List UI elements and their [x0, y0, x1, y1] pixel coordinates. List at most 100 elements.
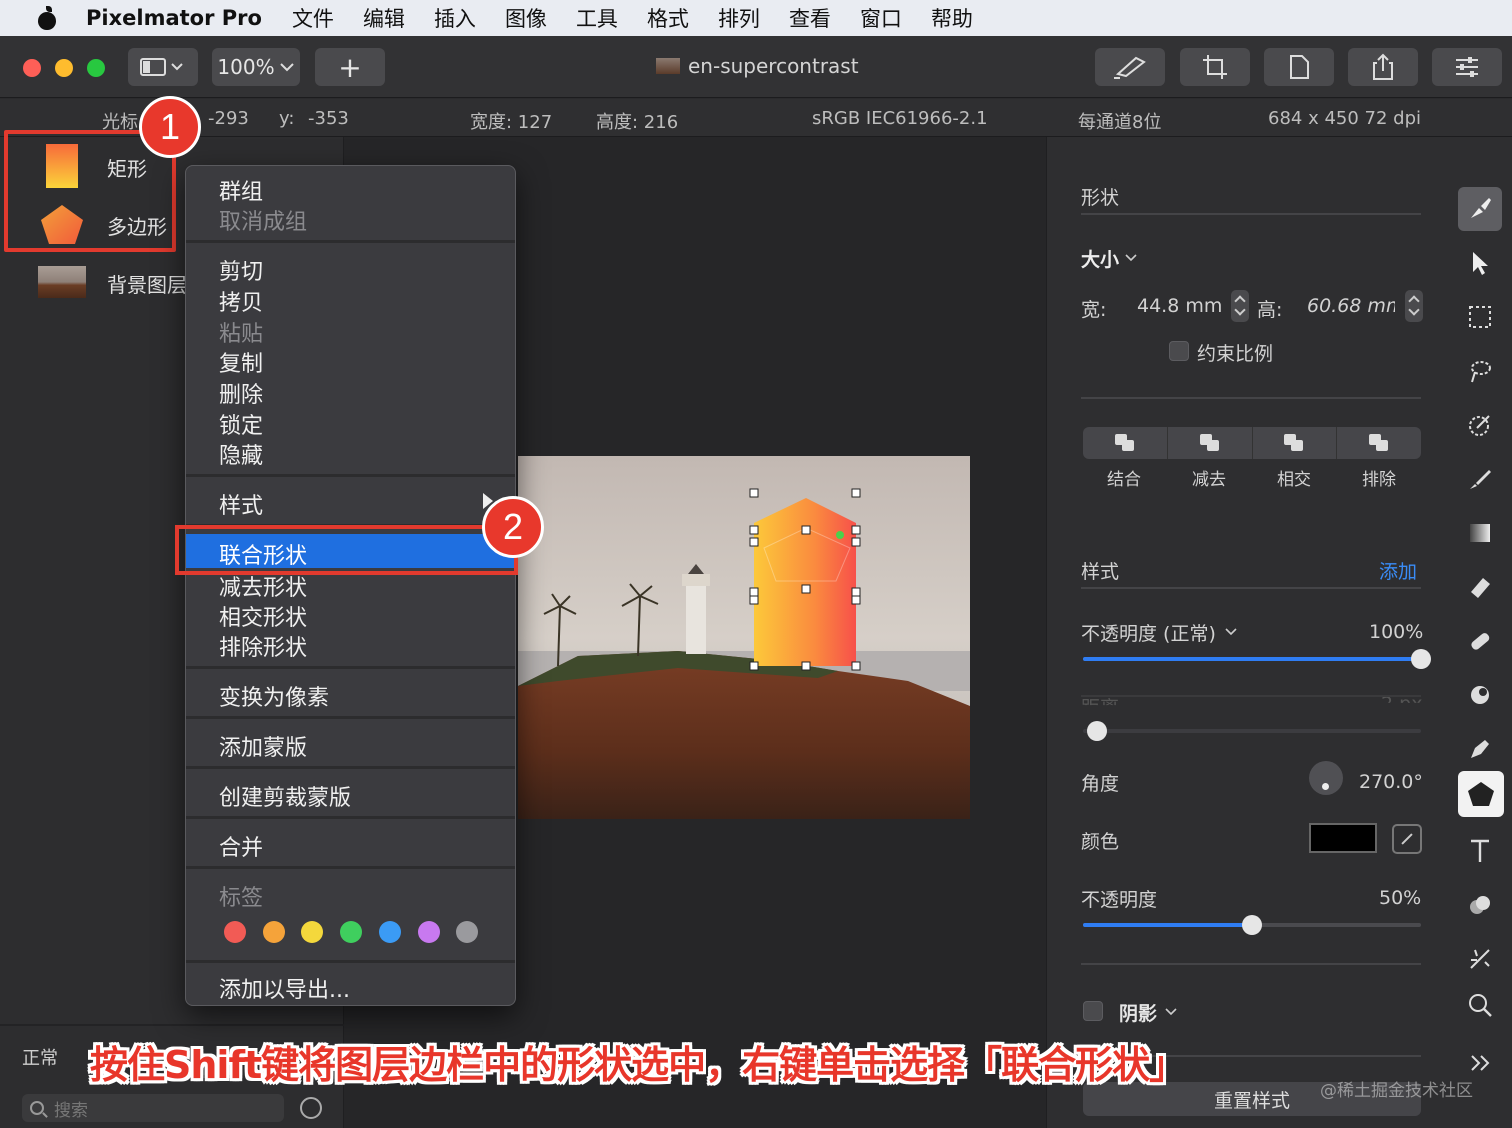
menu-item-exclude-shapes[interactable]: 排除形状 [219, 630, 307, 662]
sliders-icon [1456, 57, 1478, 77]
pen-tool[interactable] [1458, 727, 1502, 771]
menu-edit[interactable]: 编辑 [363, 3, 405, 33]
zoom-window-button[interactable] [87, 59, 105, 77]
menu-arrange[interactable]: 排列 [718, 3, 760, 33]
shadow-label[interactable]: 阴影 [1119, 999, 1157, 1026]
shape-tool[interactable] [1458, 771, 1504, 817]
color-blend-tool[interactable] [1458, 883, 1502, 927]
retouch-tool[interactable] [1458, 619, 1502, 663]
menu-app-name[interactable]: Pixelmator Pro [86, 6, 262, 30]
size-dropdown[interactable]: 大小 [1081, 245, 1119, 272]
slider-knob[interactable] [1411, 649, 1431, 669]
document-button[interactable] [1264, 48, 1334, 86]
gradient-tool[interactable] [1458, 511, 1502, 555]
magic-selection-tool[interactable] [1458, 349, 1502, 393]
distance-slider[interactable] [1083, 721, 1421, 741]
paint-tool[interactable] [1458, 457, 1502, 501]
menu-item-create-clipping-mask[interactable]: 创建剪裁蒙版 [219, 780, 351, 812]
menu-item-merge[interactable]: 合并 [219, 830, 263, 862]
double-chevron-right-icon [1471, 1055, 1490, 1071]
intersect-label: 相交 [1277, 470, 1311, 490]
menu-item-add-mask[interactable]: 添加蒙版 [219, 730, 307, 762]
menu-item-convert-to-pixels[interactable]: 变换为像素 [219, 680, 329, 712]
add-style-link[interactable]: 添加 [1379, 557, 1417, 584]
menu-item-intersect-shapes[interactable]: 相交形状 [219, 600, 307, 632]
intersect-icon [1284, 434, 1304, 452]
chevron-down-icon [1125, 254, 1137, 262]
share-button[interactable] [1348, 48, 1418, 86]
shadow-checkbox[interactable] [1083, 1001, 1103, 1021]
tag-color-dot[interactable] [378, 921, 401, 943]
tag-color-dot[interactable] [301, 921, 324, 943]
menu-insert[interactable]: 插入 [434, 3, 476, 33]
menu-view[interactable]: 查看 [789, 3, 831, 33]
close-window-button[interactable] [23, 59, 41, 77]
cursor-y-label: y: [279, 108, 295, 129]
tag-color-dot[interactable] [456, 921, 479, 943]
menu-item-hide[interactable]: 隐藏 [219, 438, 263, 470]
menu-item-cut[interactable]: 剪切 [219, 254, 263, 286]
add-button[interactable]: + [315, 48, 385, 86]
blend-mode-label[interactable]: 正常 [22, 1044, 58, 1070]
opacity-normal-slider[interactable] [1083, 649, 1431, 669]
opacity-normal-label[interactable]: 不透明度 (正常) [1081, 619, 1216, 646]
tag-color-dot[interactable] [224, 921, 246, 943]
lasso-icon [1471, 361, 1491, 383]
menu-item-duplicate[interactable]: 复制 [219, 346, 263, 378]
menu-item-group[interactable]: 群组 [219, 174, 263, 206]
angle-dial[interactable] [1309, 761, 1343, 795]
type-tool[interactable] [1458, 829, 1502, 873]
canvas-image[interactable] [518, 456, 970, 819]
crop-button[interactable] [1180, 48, 1250, 86]
retouch-button[interactable] [1095, 48, 1165, 86]
width-stepper[interactable] [1231, 290, 1249, 322]
zoom-tool[interactable] [1458, 983, 1502, 1027]
subtract-button[interactable] [1168, 427, 1253, 459]
apple-icon[interactable] [36, 6, 58, 30]
exclude-button[interactable] [1337, 427, 1421, 459]
divider [1081, 587, 1421, 589]
constrain-proportions-checkbox[interactable] [1169, 341, 1189, 361]
menu-help[interactable]: 帮助 [931, 3, 973, 33]
style-tool[interactable] [1458, 187, 1502, 231]
arrange-tool[interactable] [1458, 241, 1502, 285]
menu-item-style[interactable]: 样式 [219, 488, 263, 520]
distort-tool[interactable] [1458, 673, 1502, 717]
height-stepper[interactable] [1405, 290, 1423, 322]
sidebar-toggle-button[interactable] [128, 48, 198, 86]
effects-tool[interactable] [1458, 937, 1502, 981]
slider-knob[interactable] [1242, 915, 1262, 935]
zoom-dropdown[interactable]: 100% [212, 48, 300, 86]
height-label: 高: [1257, 299, 1283, 321]
selection-tool[interactable] [1458, 295, 1502, 339]
width-field[interactable]: 44.8 mm [1137, 295, 1222, 317]
minimize-window-button[interactable] [55, 59, 73, 77]
intersect-button[interactable] [1253, 427, 1338, 459]
menu-tools[interactable]: 工具 [576, 3, 618, 33]
height-field[interactable]: 60.68 mm [1307, 295, 1395, 317]
layers-search-input[interactable]: 搜索 [22, 1094, 284, 1122]
menu-window[interactable]: 窗口 [860, 3, 902, 33]
menu-file[interactable]: 文件 [292, 3, 334, 33]
erase-tool[interactable] [1458, 565, 1502, 609]
menu-item-lock[interactable]: 锁定 [219, 408, 263, 440]
color-well[interactable] [1309, 823, 1377, 853]
color-adjust-tool[interactable] [1458, 403, 1502, 447]
tag-color-dot[interactable] [417, 921, 440, 943]
adjustments-button[interactable] [1432, 48, 1502, 86]
tag-color-dot[interactable] [340, 921, 363, 943]
angle-value[interactable]: 270.0° [1359, 771, 1423, 793]
menu-item-copy[interactable]: 拷贝 [219, 285, 263, 317]
menu-image[interactable]: 图像 [505, 3, 547, 33]
eyedropper-icon[interactable] [1392, 824, 1422, 854]
document-title-text: en-supercontrast [688, 54, 859, 78]
filter-icon[interactable] [300, 1097, 322, 1119]
menu-item-delete[interactable]: 删除 [219, 377, 263, 409]
combine-icon [1114, 434, 1135, 452]
slider-knob[interactable] [1087, 721, 1107, 741]
menu-format[interactable]: 格式 [647, 3, 689, 33]
tag-color-dot[interactable] [262, 921, 285, 943]
menu-item-add-to-export[interactable]: 添加以导出... [219, 972, 350, 1004]
combine-button[interactable] [1083, 427, 1168, 459]
opacity-slider[interactable] [1083, 915, 1421, 935]
